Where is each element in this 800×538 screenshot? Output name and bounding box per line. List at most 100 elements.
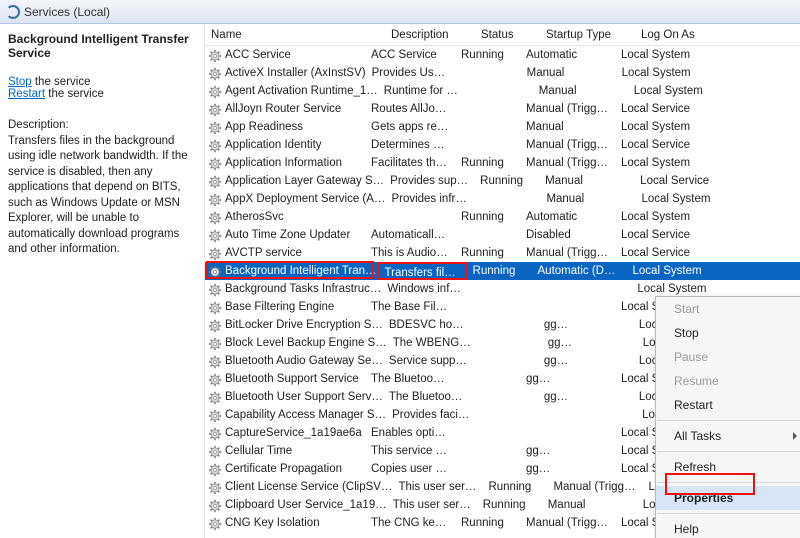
services-window: Services (Local) Background Intelligent … bbox=[0, 0, 800, 538]
cell-startup: gg… bbox=[538, 352, 633, 370]
table-row[interactable]: ActiveX Installer (AxInstSV) Provides Us… bbox=[205, 64, 800, 82]
cell-startup: gg… bbox=[520, 370, 615, 388]
cell-name: Background Tasks Infrastruc… bbox=[205, 280, 381, 298]
gear-icon bbox=[208, 175, 222, 189]
cell-startup: Automatic (De… bbox=[532, 262, 627, 280]
selected-service-title: Background Intelligent Transfer Service bbox=[8, 32, 194, 60]
col-startup[interactable]: Startup Type bbox=[540, 29, 635, 41]
cell-startup: Automatic bbox=[520, 46, 615, 64]
gear-icon bbox=[208, 301, 222, 315]
panel-title: Services (Local) bbox=[24, 0, 110, 24]
cell-desc: Determines … bbox=[365, 136, 455, 154]
cell-startup: Manual (Trigg… bbox=[547, 478, 642, 496]
cell-status bbox=[468, 82, 533, 100]
cell-startup bbox=[520, 424, 615, 442]
cell-startup: Manual bbox=[542, 496, 637, 514]
cell-desc: The Base Filt… bbox=[365, 298, 455, 316]
cell-desc: Service supp… bbox=[383, 352, 473, 370]
cell-startup: Manual bbox=[533, 82, 628, 100]
table-row[interactable]: Agent Activation Runtime_1… Runtime for … bbox=[205, 82, 800, 100]
cell-startup: Automatic bbox=[520, 208, 615, 226]
table-row[interactable]: App Readiness Gets apps re…ManualLocal S… bbox=[205, 118, 800, 136]
ctx-properties[interactable]: Properties bbox=[656, 486, 800, 510]
cell-desc: This user ser… bbox=[392, 478, 482, 496]
cell-status bbox=[476, 406, 541, 424]
cell-name: Application Information bbox=[205, 154, 365, 172]
gear-icon bbox=[208, 157, 222, 171]
cell-status: Running bbox=[455, 208, 520, 226]
cell-name: Application Identity bbox=[205, 136, 365, 154]
cell-startup: Manual bbox=[520, 118, 615, 136]
table-row[interactable]: AVCTP service This is Audio…RunningManua… bbox=[205, 244, 800, 262]
ctx-separator bbox=[657, 451, 800, 452]
description-text: Transfers files in the background using … bbox=[8, 134, 194, 258]
table-row[interactable]: Application Information Facilitates th…R… bbox=[205, 154, 800, 172]
ctx-all-tasks[interactable]: All Tasks bbox=[656, 424, 800, 448]
gear-icon bbox=[208, 103, 222, 117]
cell-desc: The WBENGI… bbox=[387, 334, 477, 352]
cell-desc: BDESVC hos… bbox=[383, 316, 473, 334]
stop-service-link[interactable]: Stop bbox=[8, 76, 32, 88]
cell-status bbox=[455, 460, 520, 478]
cell-desc bbox=[365, 208, 455, 226]
cell-desc: Routes AllJo… bbox=[365, 100, 455, 118]
ctx-stop[interactable]: Stop bbox=[656, 321, 800, 345]
cell-desc: Runtime for … bbox=[378, 82, 468, 100]
ctx-restart[interactable]: Restart bbox=[656, 393, 800, 417]
cell-name: Background Intelligent Tran… bbox=[205, 262, 377, 280]
cell-name: Agent Activation Runtime_1… bbox=[205, 82, 378, 100]
table-row[interactable]: Background Intelligent Tran… Transfers f… bbox=[205, 262, 800, 280]
ctx-start: Start bbox=[656, 297, 800, 321]
ctx-resume: Resume bbox=[656, 369, 800, 393]
gear-icon bbox=[208, 445, 222, 459]
context-menu: Start Stop Pause Resume Restart All Task… bbox=[655, 296, 800, 538]
table-row[interactable]: Auto Time Zone Updater Automaticall…Disa… bbox=[205, 226, 800, 244]
cell-desc: Gets apps re… bbox=[365, 118, 455, 136]
cell-name: Cellular Time bbox=[205, 442, 365, 460]
table-row[interactable]: AppX Deployment Service (A… Provides inf… bbox=[205, 190, 800, 208]
table-row[interactable]: Application Identity Determines …Manual … bbox=[205, 136, 800, 154]
services-list: Name Description Status Startup Type Log… bbox=[205, 24, 800, 538]
cell-status: Running bbox=[467, 262, 532, 280]
description-label: Description: bbox=[8, 118, 194, 134]
cell-name: Application Layer Gateway S… bbox=[205, 172, 384, 190]
cell-desc: Copies user … bbox=[365, 460, 455, 478]
cell-startup: Manual (Trigg… bbox=[520, 244, 615, 262]
ctx-pause: Pause bbox=[656, 345, 800, 369]
gear-icon bbox=[208, 355, 222, 369]
cell-logon: Local Service bbox=[615, 244, 800, 262]
col-status[interactable]: Status bbox=[475, 29, 540, 41]
action-stop-line: Stop the service bbox=[8, 76, 194, 88]
gear-icon bbox=[208, 283, 222, 297]
cell-startup: gg… bbox=[520, 460, 615, 478]
cell-desc: Provides infr… bbox=[385, 190, 475, 208]
body: Background Intelligent Transfer Service … bbox=[0, 24, 800, 538]
cell-name: Base Filtering Engine bbox=[205, 298, 365, 316]
cell-status: Running bbox=[482, 478, 547, 496]
cell-status bbox=[477, 334, 542, 352]
table-row[interactable]: Application Layer Gateway S… Provides su… bbox=[205, 172, 800, 190]
restart-service-link[interactable]: Restart bbox=[8, 88, 45, 100]
gear-icon bbox=[208, 319, 222, 333]
ctx-help[interactable]: Help bbox=[656, 517, 800, 538]
detail-sidebar: Background Intelligent Transfer Service … bbox=[0, 24, 205, 538]
cell-desc: Automaticall… bbox=[365, 226, 455, 244]
cell-status bbox=[455, 100, 520, 118]
table-row[interactable]: AtherosSvc RunningAutomaticLocal System bbox=[205, 208, 800, 226]
cell-status bbox=[455, 226, 520, 244]
cell-desc: The Bluetoo… bbox=[383, 388, 473, 406]
table-row[interactable]: AllJoyn Router Service Routes AllJo…Manu… bbox=[205, 100, 800, 118]
gear-icon bbox=[208, 85, 222, 99]
gear-icon bbox=[208, 121, 222, 135]
table-row[interactable]: ACC Service ACC ServiceRunningAutomaticL… bbox=[205, 46, 800, 64]
cell-status bbox=[473, 388, 538, 406]
gear-icon bbox=[208, 427, 222, 441]
col-name[interactable]: Name bbox=[205, 29, 385, 41]
gear-icon bbox=[208, 391, 222, 405]
col-desc[interactable]: Description bbox=[385, 29, 475, 41]
cell-desc: The CNG ke… bbox=[365, 514, 455, 532]
cell-startup: Manual bbox=[539, 172, 634, 190]
ctx-refresh[interactable]: Refresh bbox=[656, 455, 800, 479]
col-logon[interactable]: Log On As bbox=[635, 29, 800, 41]
cell-name: Auto Time Zone Updater bbox=[205, 226, 365, 244]
